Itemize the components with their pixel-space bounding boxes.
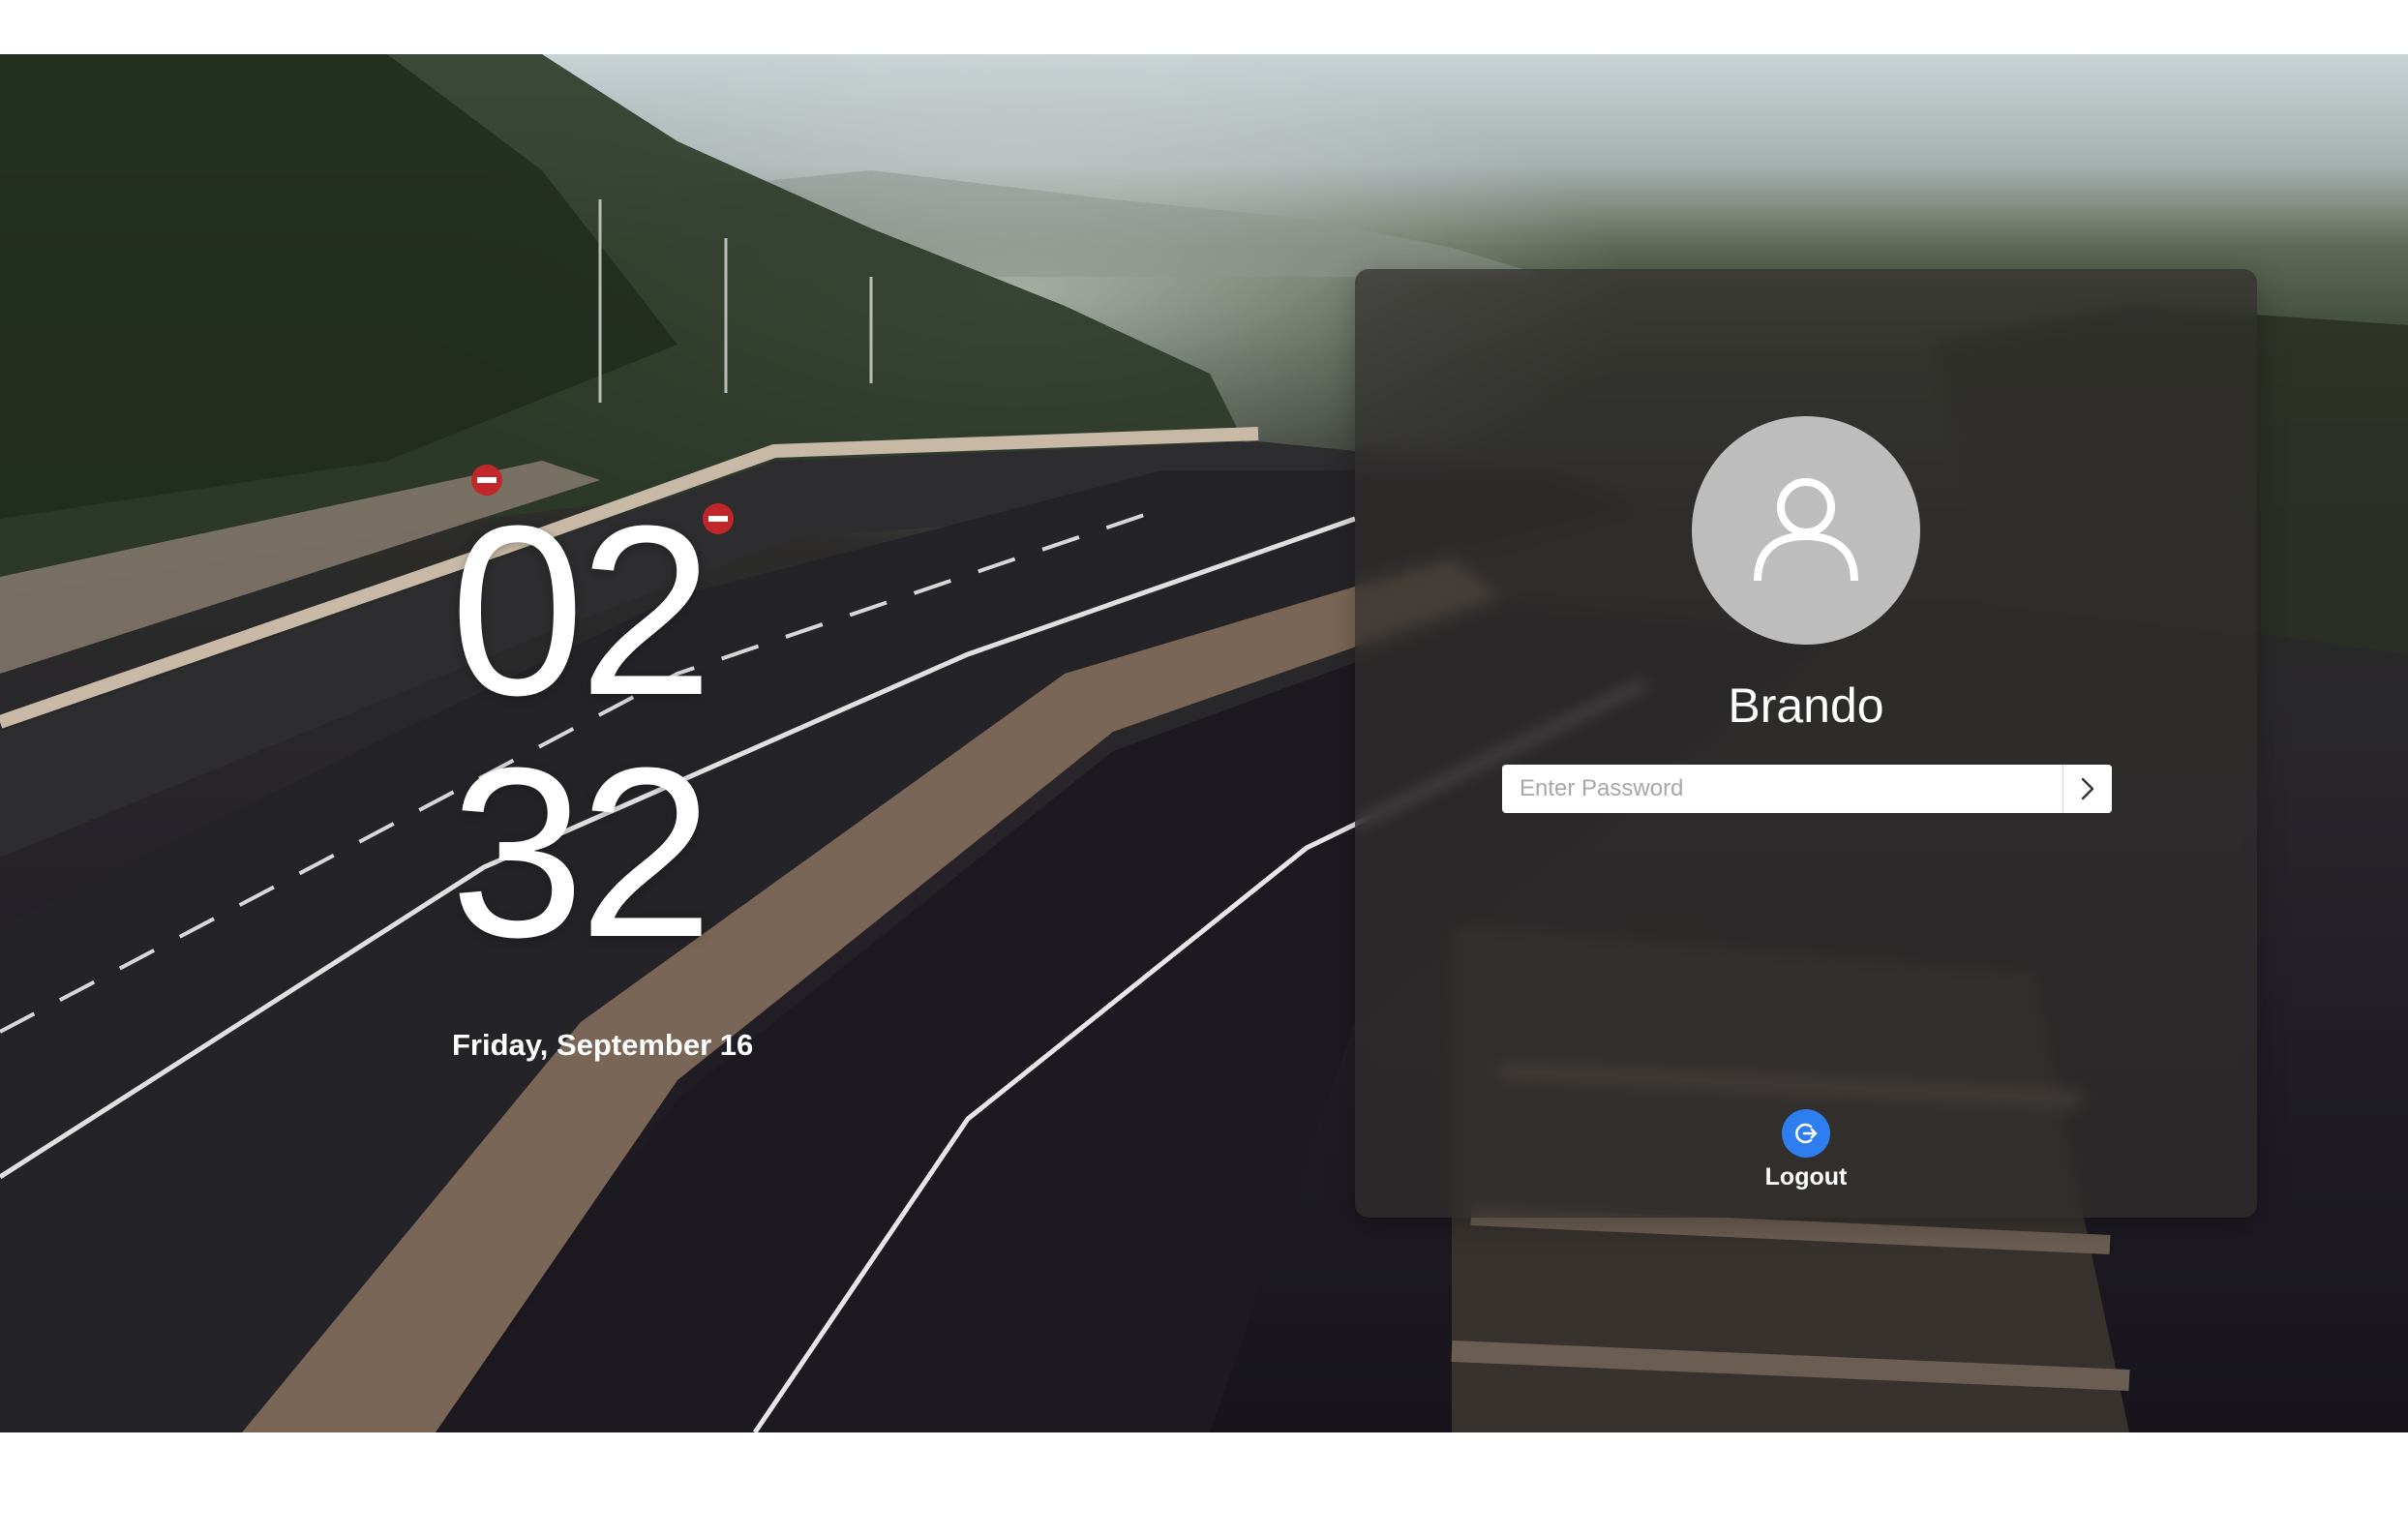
login-panel: Brando Logout: [1355, 269, 2257, 1218]
password-field-container: [1502, 765, 2112, 813]
password-submit-button[interactable]: [2062, 765, 2112, 813]
user-icon: [1754, 478, 1858, 582]
clock-hours: 02: [450, 475, 713, 745]
logout-button[interactable]: Logout: [1709, 1109, 1903, 1191]
logout-label: Logout: [1764, 1163, 1848, 1190]
lock-screen: 02 32 Friday, September 16 Brando Logout: [0, 54, 2408, 1432]
username: Brando: [1728, 678, 1884, 733]
clock: 02 32 Friday, September 16: [450, 475, 769, 1063]
clock-minutes: 32: [450, 717, 713, 987]
password-input[interactable]: [1502, 765, 2054, 813]
clock-date: Friday, September 16: [452, 1028, 754, 1062]
logout-icon: [1782, 1109, 1830, 1158]
chevron-right-icon: [2081, 777, 2094, 800]
user-avatar: [1692, 416, 1920, 645]
